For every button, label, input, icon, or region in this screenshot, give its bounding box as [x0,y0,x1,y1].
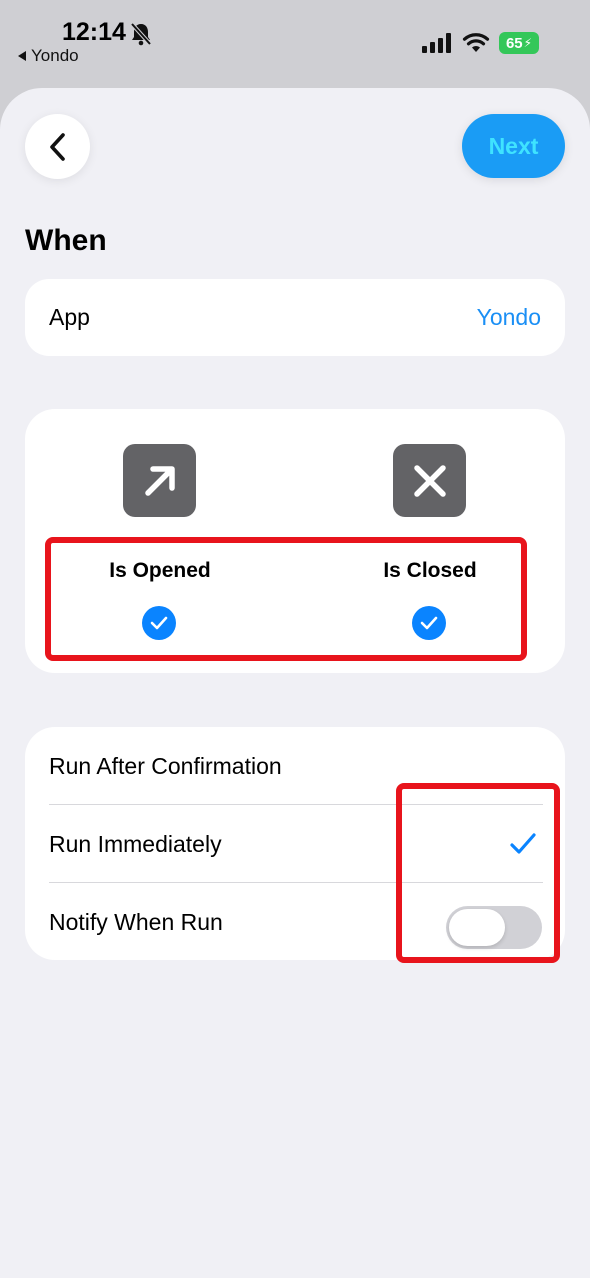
app-row-label: App [49,304,90,330]
arrow-up-right-icon [144,465,175,496]
chevron-left-icon [49,132,65,161]
modal-sheet [0,88,590,1278]
cellular-signal-icon [422,33,451,53]
option-run-immediately[interactable]: Run Immediately [25,805,565,883]
option-label: Run After Confirmation [49,752,282,779]
back-triangle-icon [18,51,26,61]
option-label: Notify When Run [49,908,223,935]
checkmark-icon [420,616,438,630]
notify-when-run-toggle[interactable] [446,906,542,949]
battery-level: 65 [505,34,523,52]
bell-slash-icon [130,22,152,46]
event-opened-checkbox[interactable] [142,606,176,640]
back-to-app-link[interactable]: Yondo [18,46,79,66]
back-button[interactable] [25,114,90,179]
checkmark-icon [150,616,168,630]
event-opened-tile[interactable] [123,444,196,517]
event-closed-checkbox[interactable] [412,606,446,640]
back-app-label: Yondo [31,46,79,65]
event-opened-label: Is Opened [109,559,211,582]
app-event-card: Is Opened Is Closed [25,409,565,673]
run-options-card: Run After Confirmation Run Immediately N… [25,727,565,960]
status-time: 12:14 [62,18,126,46]
battery-indicator: 65 ⚡ [499,32,539,54]
option-notify-when-run: Notify When Run [25,883,565,961]
event-closed-label: Is Closed [383,559,477,582]
option-run-after-confirmation[interactable]: Run After Confirmation [25,727,565,805]
checkmark-icon [510,833,536,854]
app-row-value[interactable]: Yondo [477,304,541,331]
app-row[interactable]: App Yondo [25,279,565,356]
status-bar: 12:14 Yondo 65 ⚡ [0,0,590,90]
wifi-icon [462,33,490,52]
event-closed-tile[interactable] [393,444,466,517]
xmark-icon [413,464,446,497]
section-title: When [25,224,107,257]
toggle-knob [449,909,505,946]
next-button[interactable]: Next [462,114,565,178]
charging-bolt-icon: ⚡ [523,36,533,50]
option-label: Run Immediately [49,830,222,857]
